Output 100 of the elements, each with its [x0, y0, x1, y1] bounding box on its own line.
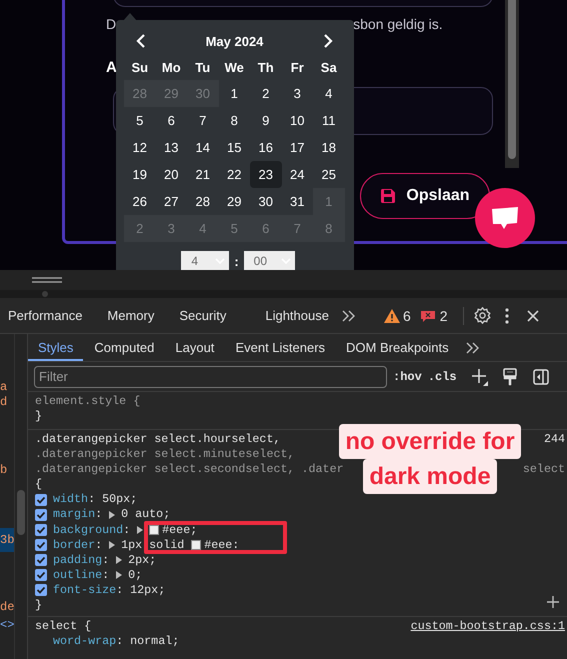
- css-value[interactable]: #eee;: [162, 522, 198, 538]
- panel-tab[interactable]: Performance: [8, 308, 82, 323]
- new-rule-icon[interactable]: [470, 368, 489, 386]
- warning-icon[interactable]: [384, 308, 400, 322]
- calendar-day[interactable]: 25: [313, 161, 344, 188]
- calendar-day[interactable]: 2: [250, 80, 282, 107]
- css-property[interactable]: border:: [53, 538, 102, 553]
- css-property[interactable]: font-size:: [53, 582, 124, 598]
- calendar-day[interactable]: 15: [218, 134, 250, 161]
- calendar-day[interactable]: 29: [218, 188, 250, 215]
- more-tabs-icon[interactable]: [342, 310, 356, 322]
- calendar-day[interactable]: 10: [282, 107, 313, 134]
- drag-handle-icon[interactable]: [32, 277, 62, 283]
- color-swatch[interactable]: [149, 525, 160, 536]
- calendar-day[interactable]: 13: [156, 134, 187, 161]
- checkbox[interactable]: [35, 539, 47, 552]
- css-property[interactable]: margin:: [53, 507, 102, 523]
- checkbox[interactable]: [35, 554, 47, 566]
- calendar-day[interactable]: 22: [218, 161, 250, 188]
- calendar-day[interactable]: 31: [282, 188, 313, 215]
- source-link[interactable]: custom-bootstrap.css:1: [410, 619, 565, 634]
- panel-tab[interactable]: Event Listeners: [225, 334, 336, 361]
- hover-state-button[interactable]: :hov: [393, 370, 422, 384]
- calendar-day[interactable]: 8: [218, 107, 250, 134]
- expand-icon[interactable]: [116, 556, 122, 564]
- scrollbar[interactable]: [505, 0, 519, 168]
- code-fragment: d: [0, 395, 8, 410]
- save-button[interactable]: Opslaan: [360, 173, 490, 219]
- calendar-day[interactable]: 1: [218, 80, 250, 107]
- panel-tab[interactable]: Styles: [28, 334, 84, 361]
- calendar-day[interactable]: 16: [250, 134, 282, 161]
- paint-brush-icon[interactable]: [502, 368, 517, 386]
- panel-tab[interactable]: Computed: [84, 334, 164, 361]
- sidebar-toggle-icon[interactable]: [532, 368, 549, 384]
- dot-icon: [42, 291, 48, 297]
- panel-tab[interactable]: Lighthouse: [265, 308, 329, 323]
- expand-icon[interactable]: [116, 571, 122, 580]
- css-brace: }: [35, 409, 42, 424]
- hour-select[interactable]: 4: [181, 251, 230, 270]
- calendar-day[interactable]: 9: [250, 107, 282, 134]
- checkbox[interactable]: [35, 509, 47, 522]
- css-property[interactable]: background:: [53, 522, 130, 538]
- source-link[interactable]: 244: [544, 432, 565, 448]
- calendar-day[interactable]: 24: [282, 161, 313, 188]
- css-property[interactable]: padding:: [53, 552, 110, 568]
- color-swatch[interactable]: [191, 540, 202, 550]
- more-tabs-icon[interactable]: [466, 342, 480, 354]
- expand-icon[interactable]: [109, 541, 116, 550]
- calendar-day[interactable]: 27: [156, 188, 187, 215]
- css-value[interactable]: 2px;: [128, 552, 156, 568]
- calendar-day[interactable]: 12: [124, 134, 156, 161]
- css-property[interactable]: outline:: [53, 568, 110, 583]
- expand-icon[interactable]: [109, 511, 116, 520]
- css-value[interactable]: 1px solid: [121, 538, 184, 553]
- checkbox[interactable]: [35, 524, 47, 536]
- css-value[interactable]: #eee:: [204, 538, 240, 553]
- expand-icon[interactable]: [137, 526, 144, 534]
- calendar-day[interactable]: 20: [156, 161, 187, 188]
- scrollbar-thumb[interactable]: [17, 490, 25, 535]
- calendar-day[interactable]: 14: [187, 134, 218, 161]
- calendar-day[interactable]: 4: [313, 80, 344, 107]
- css-brace: {: [35, 477, 42, 492]
- checkbox[interactable]: [35, 584, 47, 596]
- css-value[interactable]: 0 auto;: [121, 507, 170, 523]
- calendar-day[interactable]: 6: [156, 107, 187, 134]
- filter-field[interactable]: Filter: [34, 366, 387, 388]
- previous-month-icon[interactable]: [136, 34, 146, 48]
- calendar-day[interactable]: 30: [250, 188, 282, 215]
- checkbox[interactable]: [35, 569, 47, 582]
- css-value[interactable]: normal;: [130, 634, 180, 650]
- more-options-icon[interactable]: [504, 308, 509, 324]
- calendar-day[interactable]: 23: [250, 161, 282, 188]
- panel-tab[interactable]: Security: [179, 308, 226, 323]
- panel-tab[interactable]: Memory: [107, 308, 154, 323]
- calendar-day[interactable]: 3: [282, 80, 313, 107]
- minute-select[interactable]: 00: [244, 251, 295, 270]
- css-property[interactable]: width:: [53, 492, 96, 508]
- calendar-day[interactable]: 5: [124, 107, 156, 134]
- calendar-day[interactable]: 21: [187, 161, 218, 188]
- calendar-day[interactable]: 18: [313, 134, 344, 161]
- class-toggle-button[interactable]: .cls: [428, 370, 457, 384]
- css-value[interactable]: 12px;: [130, 582, 166, 598]
- css-property[interactable]: word-wrap:: [53, 634, 124, 650]
- calendar-day[interactable]: 11: [313, 107, 344, 134]
- calendar-day[interactable]: 17: [282, 134, 313, 161]
- calendar-day[interactable]: 7: [187, 107, 218, 134]
- calendar-day[interactable]: 28: [187, 188, 218, 215]
- panel-tab[interactable]: Layout: [165, 334, 224, 361]
- close-icon[interactable]: [526, 310, 539, 322]
- calendar-day[interactable]: 26: [124, 188, 156, 215]
- scrollbar-thumb[interactable]: [508, 0, 516, 159]
- add-property-icon[interactable]: [547, 596, 559, 608]
- checkbox[interactable]: [35, 494, 47, 506]
- settings-icon[interactable]: [474, 307, 491, 324]
- error-icon[interactable]: [420, 310, 435, 322]
- css-value[interactable]: 0;: [128, 568, 142, 583]
- next-month-icon[interactable]: [322, 34, 333, 48]
- panel-tab[interactable]: DOM Breakpoints: [336, 334, 459, 361]
- css-value[interactable]: 50px;: [102, 492, 138, 508]
- calendar-day[interactable]: 19: [124, 161, 156, 188]
